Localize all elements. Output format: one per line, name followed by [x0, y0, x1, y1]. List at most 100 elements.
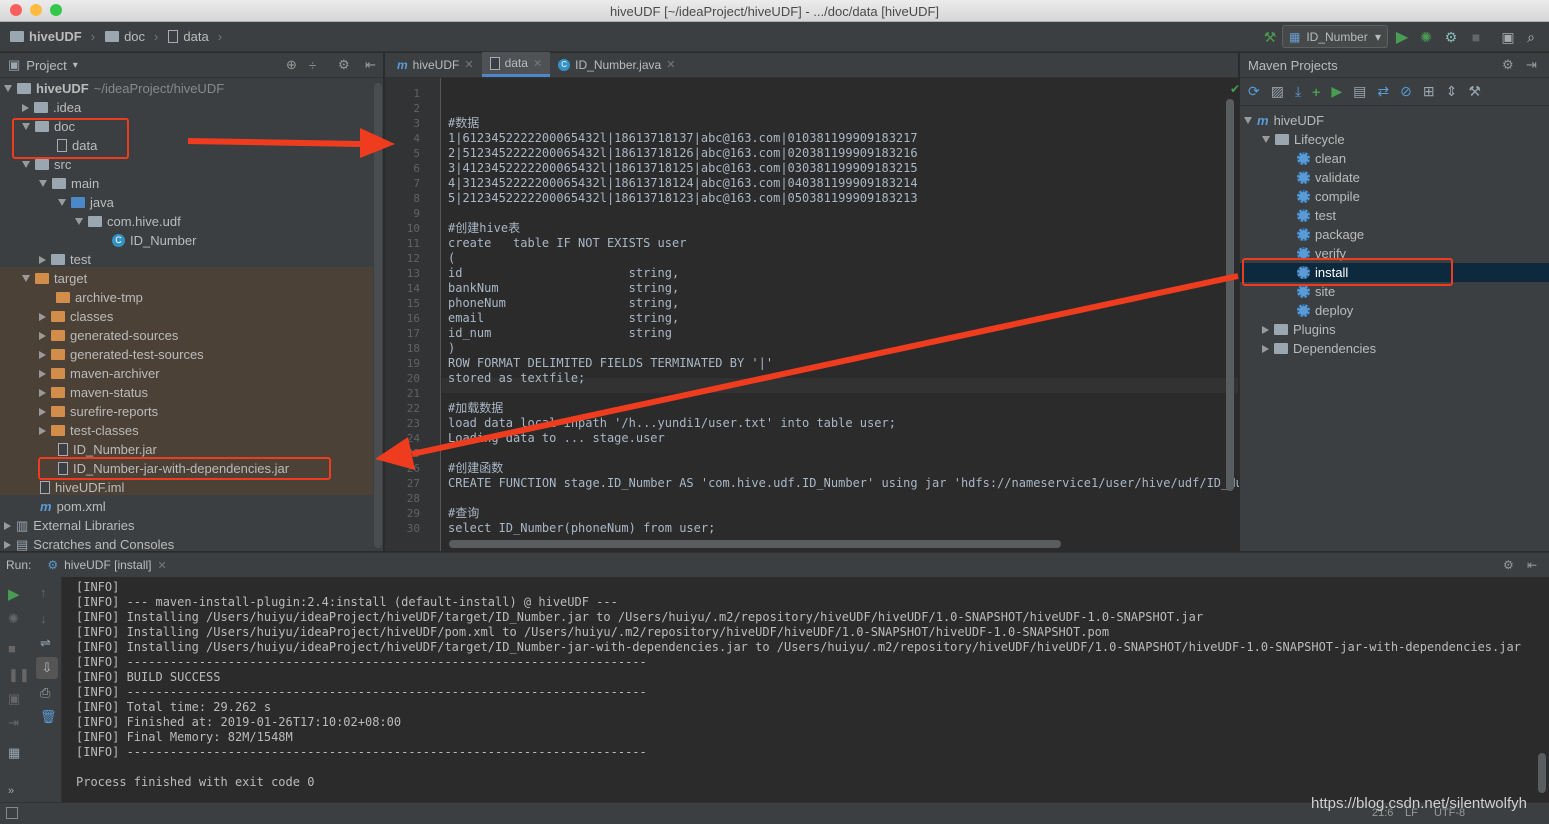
- tree-item-maven-status[interactable]: maven-status: [39, 383, 148, 402]
- tree-item-maven-archiver[interactable]: maven-archiver: [39, 364, 160, 383]
- code-line[interactable]: (: [448, 251, 455, 266]
- more-icon[interactable]: »: [8, 785, 14, 797]
- editor-horizontal-scrollbar[interactable]: [449, 540, 1061, 548]
- tree-item-test-classes[interactable]: test-classes: [39, 421, 139, 440]
- tab-data[interactable]: data ✕: [481, 52, 551, 77]
- debug-icon[interactable]: ✺: [1418, 29, 1434, 45]
- maven-goal-deploy[interactable]: deploy: [1240, 301, 1549, 320]
- code-line[interactable]: phoneNum string,: [448, 296, 679, 311]
- maven-goal-clean[interactable]: clean: [1240, 149, 1549, 168]
- maven-tree-plugins[interactable]: Plugins: [1262, 320, 1336, 339]
- code-line[interactable]: #加载数据: [448, 401, 503, 416]
- up-arrow-icon[interactable]: ↑: [40, 585, 47, 600]
- rerun-icon[interactable]: ▶: [8, 585, 20, 603]
- search-icon[interactable]: ⌕: [1523, 29, 1539, 45]
- tree-item-hiveudf[interactable]: hiveUDF ~/ideaProject/hiveUDF: [4, 79, 224, 98]
- code-line[interactable]: create table IF NOT EXISTS user: [448, 236, 686, 251]
- add-icon[interactable]: +: [1312, 84, 1320, 100]
- project-panel-title[interactable]: Project: [26, 58, 66, 73]
- close-icon[interactable]: ✕: [157, 559, 166, 572]
- run-config-icon[interactable]: ▤: [1353, 83, 1366, 100]
- stop-icon[interactable]: ■: [1468, 29, 1484, 45]
- debug-icon[interactable]: ✺: [8, 611, 19, 627]
- tree-item-iml[interactable]: hiveUDF.iml: [40, 478, 124, 497]
- code-line[interactable]: id string,: [448, 266, 679, 281]
- maven-tree-dependencies[interactable]: Dependencies: [1262, 339, 1376, 358]
- coverage-icon[interactable]: ⚙: [1443, 29, 1459, 45]
- code-line[interactable]: ROW FORMAT DELIMITED FIELDS TERMINATED B…: [448, 356, 773, 371]
- code-line[interactable]: 5|2123452222200065432l|18613718123|abc@1…: [448, 191, 918, 206]
- run-configuration-select[interactable]: ▦ ID_Number ▾: [1282, 25, 1388, 48]
- run-tab-label[interactable]: hiveUDF [install]: [64, 558, 151, 572]
- gear-icon[interactable]: ⚙: [1502, 57, 1514, 73]
- close-icon[interactable]: ✕: [533, 57, 542, 70]
- collapse-all-icon[interactable]: ⇕: [1446, 83, 1458, 100]
- tree-item-idea[interactable]: .idea: [22, 98, 81, 117]
- scroll-to-end-icon[interactable]: ⇩: [36, 657, 58, 679]
- generate-sources-icon[interactable]: ▨: [1271, 83, 1284, 100]
- skip-tests-icon[interactable]: ⊘: [1400, 83, 1412, 100]
- tree-item-surefire-reports[interactable]: surefire-reports: [39, 402, 158, 421]
- code-line[interactable]: CREATE FUNCTION stage.ID_Number AS 'com.…: [448, 476, 1264, 491]
- console-scrollbar[interactable]: [1538, 753, 1546, 793]
- locate-icon[interactable]: ⊕: [286, 57, 297, 73]
- dependencies-icon[interactable]: ⊞: [1423, 83, 1435, 100]
- hide-icon[interactable]: ⇤: [365, 57, 376, 73]
- code-line[interactable]: ): [448, 341, 455, 356]
- tool-windows-icon[interactable]: [6, 807, 18, 819]
- stop-icon[interactable]: ■: [8, 641, 16, 656]
- chevron-down-icon[interactable]: ▾: [73, 60, 78, 71]
- tree-item-classes[interactable]: classes: [39, 307, 113, 326]
- code-line[interactable]: Loading data to ... stage.user: [448, 431, 665, 446]
- code-line[interactable]: 4|3123452222200065432l|18613718124|abc@1…: [448, 176, 918, 191]
- exit-icon[interactable]: ⇥: [8, 715, 19, 731]
- maven-tree-project[interactable]: m hiveUDF: [1244, 111, 1324, 130]
- dump-icon[interactable]: ▣: [8, 691, 20, 707]
- layout-icon[interactable]: ▦: [8, 745, 20, 761]
- collapse-icon[interactable]: ÷: [309, 58, 316, 73]
- tree-item-pom[interactable]: m pom.xml: [40, 497, 106, 516]
- editor-vertical-scrollbar[interactable]: [1226, 99, 1234, 491]
- tree-item-main[interactable]: main: [39, 174, 99, 193]
- tree-item-test[interactable]: test: [39, 250, 91, 269]
- code-line[interactable]: #数据: [448, 116, 479, 131]
- code-line[interactable]: #查询: [448, 506, 479, 521]
- hide-icon[interactable]: ⇤: [1527, 558, 1537, 572]
- breadcrumb-project[interactable]: hiveUDF ›: [0, 29, 95, 44]
- tab-hiveudf[interactable]: m hiveUDF ✕: [389, 52, 482, 77]
- gear-icon[interactable]: ⚙: [1503, 558, 1514, 572]
- project-structure-icon[interactable]: ▣: [1500, 29, 1516, 45]
- maven-goal-package[interactable]: package: [1240, 225, 1549, 244]
- code-line[interactable]: #创建hive表: [448, 221, 520, 236]
- hide-icon[interactable]: ⇥: [1526, 57, 1537, 73]
- code-line[interactable]: id_num string: [448, 326, 672, 341]
- print-icon[interactable]: ⎙: [40, 685, 50, 701]
- code-line[interactable]: load data local inpath '/h...yundi1/user…: [448, 416, 896, 431]
- soft-wrap-icon[interactable]: ⇌: [40, 635, 51, 651]
- code-line[interactable]: stored as textfile;: [448, 371, 585, 386]
- tree-item-generated-test-sources[interactable]: generated-test-sources: [39, 345, 204, 364]
- tree-item-id-number[interactable]: C ID_Number: [112, 231, 196, 250]
- tree-item-generated-sources[interactable]: generated-sources: [39, 326, 178, 345]
- tree-item-package[interactable]: com.hive.udf: [75, 212, 181, 231]
- tab-id-number-java[interactable]: C ID_Number.java ✕: [550, 52, 683, 77]
- down-arrow-icon[interactable]: ↓: [40, 611, 47, 626]
- close-icon[interactable]: ✕: [666, 58, 675, 71]
- maven-goal-compile[interactable]: compile: [1240, 187, 1549, 206]
- settings-icon[interactable]: ⚒: [1468, 83, 1481, 100]
- breadcrumb-doc[interactable]: doc ›: [95, 29, 158, 44]
- run-icon[interactable]: ▶: [1394, 29, 1410, 46]
- build-icon[interactable]: ⚒: [1262, 29, 1278, 45]
- code-line[interactable]: #创建函数: [448, 461, 503, 476]
- maven-goal-validate[interactable]: validate: [1240, 168, 1549, 187]
- maven-tree-lifecycle[interactable]: Lifecycle: [1262, 130, 1345, 149]
- project-scrollbar[interactable]: [374, 83, 382, 548]
- close-icon[interactable]: ✕: [464, 58, 473, 71]
- maven-goal-test[interactable]: test: [1240, 206, 1549, 225]
- code-line[interactable]: 3|4123452222200065432l|18613718125|abc@1…: [448, 161, 918, 176]
- trash-icon[interactable]: 🗑: [40, 709, 57, 725]
- code-line[interactable]: email string,: [448, 311, 679, 326]
- download-icon[interactable]: ⤓: [1295, 83, 1301, 100]
- code-line[interactable]: select ID_Number(phoneNum) from user;: [448, 521, 715, 536]
- code-line[interactable]: bankNum string,: [448, 281, 679, 296]
